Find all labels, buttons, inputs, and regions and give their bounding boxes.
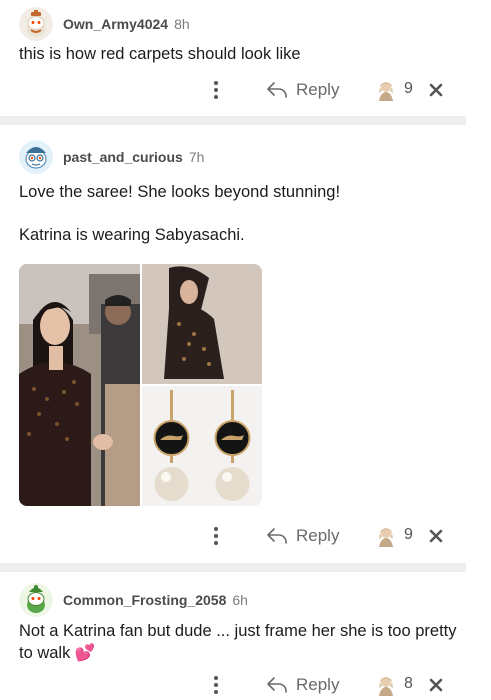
reply-label: Reply bbox=[296, 80, 340, 99]
reply-button[interactable]: Reply bbox=[266, 77, 339, 103]
comment-actions: Reply 9 bbox=[0, 521, 491, 551]
username[interactable]: Own_Army4024 bbox=[63, 16, 168, 32]
comment-header: past_and_curious 7h bbox=[19, 140, 204, 174]
reply-arrow-icon bbox=[267, 677, 287, 693]
username[interactable]: past_and_curious bbox=[63, 149, 183, 165]
username[interactable]: Common_Frosting_2058 bbox=[63, 592, 226, 608]
comment-age: 7h bbox=[188, 149, 205, 165]
more-options-icon[interactable] bbox=[208, 78, 224, 102]
award-avatar-icon[interactable] bbox=[374, 524, 398, 548]
reply-label: Reply bbox=[296, 526, 340, 545]
reply-button[interactable]: Reply bbox=[266, 523, 339, 549]
vote-count: 9 bbox=[404, 526, 413, 543]
reply-label: Reply bbox=[296, 675, 340, 694]
avatar[interactable] bbox=[19, 583, 53, 617]
close-icon[interactable] bbox=[427, 78, 445, 102]
more-options-icon[interactable] bbox=[208, 673, 224, 697]
comment-text: Not a Katrina fan but dude ... just fram… bbox=[19, 622, 457, 662]
reply-arrow-icon bbox=[267, 82, 287, 98]
vote-count: 8 bbox=[404, 675, 413, 692]
comment-actions: Reply 9 bbox=[0, 75, 491, 105]
avatar[interactable] bbox=[19, 7, 53, 41]
comment-divider bbox=[0, 116, 466, 125]
comment-age: 6h bbox=[232, 592, 248, 608]
vote-count: 9 bbox=[404, 80, 413, 97]
reply-arrow-icon bbox=[267, 528, 287, 544]
award-avatar-icon[interactable] bbox=[374, 673, 398, 697]
comment-image[interactable] bbox=[19, 264, 262, 506]
comment-header: Common_Frosting_2058 6h bbox=[19, 583, 248, 617]
comment-age: 8h bbox=[174, 16, 190, 32]
comment-text: Love the saree! She looks beyond stunnin… bbox=[19, 183, 341, 201]
comment-3: Common_Frosting_2058 6h Not a Katrina fa… bbox=[0, 572, 491, 700]
close-icon[interactable] bbox=[427, 524, 445, 548]
award-avatar-icon[interactable] bbox=[374, 78, 398, 102]
close-icon[interactable] bbox=[427, 673, 445, 697]
comment-divider bbox=[0, 563, 466, 572]
more-options-icon[interactable] bbox=[208, 524, 224, 548]
comment-1: Own_Army4024 8h this is how red carpets … bbox=[0, 0, 491, 116]
reply-button[interactable]: Reply bbox=[266, 672, 339, 698]
comment-text: this is how red carpets should look like bbox=[19, 45, 301, 63]
comment-text: Katrina is wearing Sabyasachi. bbox=[19, 226, 245, 244]
avatar[interactable] bbox=[19, 140, 53, 174]
comment-2: past_and_curious 7h Love the saree! She … bbox=[0, 125, 491, 563]
comment-actions: Reply 8 bbox=[0, 670, 491, 700]
comment-header: Own_Army4024 8h bbox=[19, 7, 190, 41]
